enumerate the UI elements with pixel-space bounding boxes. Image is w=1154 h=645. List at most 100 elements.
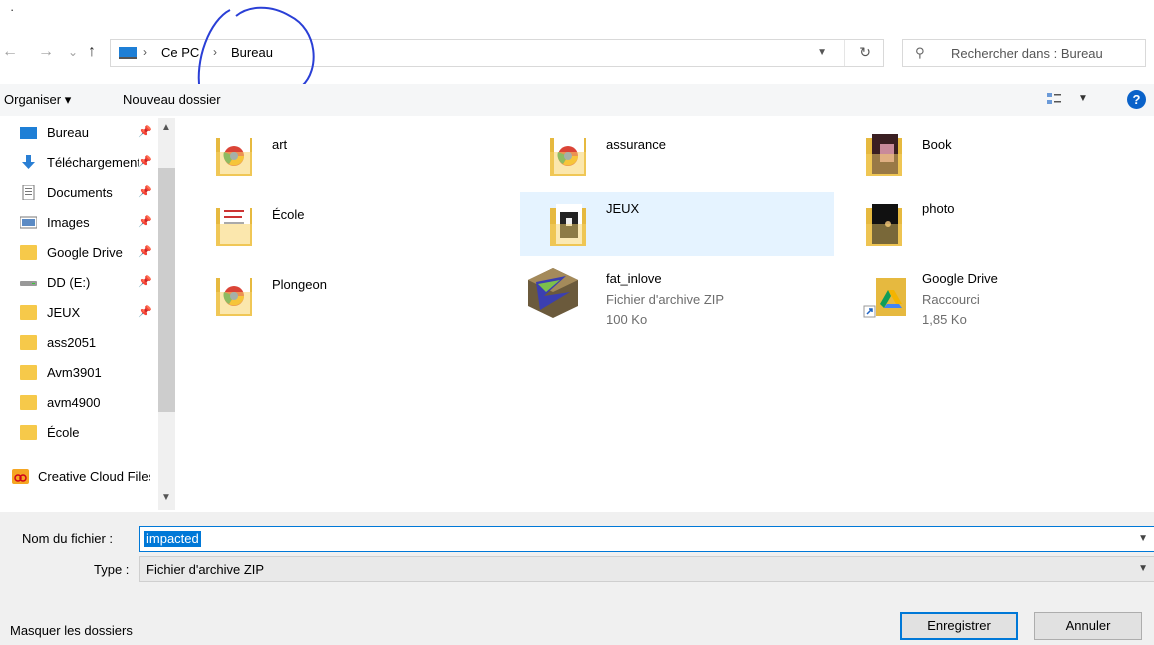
folder-icon (20, 335, 37, 350)
address-row: ← → ⌄ ↑ › Ce PC › Bureau ▼ ↻ ⚲ Recherche… (0, 36, 1154, 70)
drive-icon (20, 281, 37, 286)
file-item-jeux[interactable]: JEUX (520, 192, 834, 256)
folder-icon (20, 365, 37, 380)
documents-icon (22, 185, 35, 200)
recent-locations-button[interactable]: ⌄ (68, 42, 78, 62)
navigation-scrollbar[interactable]: ▲ ▼ (158, 118, 175, 510)
chevron-down-icon[interactable]: ▼ (1138, 533, 1148, 544)
help-icon[interactable]: ? (1127, 90, 1146, 109)
pin-icon: 📌 (138, 246, 152, 258)
zip-archive-icon (528, 268, 578, 318)
sidebar-item-images[interactable]: Images 📌 (0, 208, 158, 238)
sidebar-item-label: Documents (47, 185, 113, 200)
chevron-down-icon[interactable]: ▼ (1138, 563, 1148, 574)
sidebar-item-label: ass2051 (47, 335, 97, 350)
google-drive-shortcut-icon (863, 278, 906, 318)
chevron-down-icon[interactable]: ▼ (817, 47, 827, 58)
save-form: Nom du fichier : impacted ▼ Type : Fichi… (0, 512, 1154, 645)
new-folder-button[interactable]: Nouveau dossier (123, 92, 221, 107)
cancel-button[interactable]: Annuler (1034, 612, 1142, 640)
hide-folders-button[interactable]: Masquer les dossiers (10, 623, 133, 638)
chevron-up-icon[interactable]: ▲ (161, 122, 171, 133)
file-size: 100 Ko (606, 312, 648, 327)
file-item-art[interactable]: art (186, 122, 500, 186)
address-divider (844, 40, 845, 66)
organize-button[interactable]: Organiser ▾ (4, 92, 71, 108)
file-name: art (272, 137, 288, 152)
search-placeholder: Rechercher dans : Bureau (951, 46, 1103, 61)
folder-icon (550, 204, 586, 246)
file-item-assurance[interactable]: assurance (520, 122, 834, 186)
save-button[interactable]: Enregistrer (900, 612, 1018, 640)
sidebar-item-label: Téléchargements (47, 155, 139, 170)
filename-input[interactable]: impacted ▼ (139, 526, 1154, 552)
sidebar-item-label: DD (E:) (47, 275, 91, 290)
creative-cloud-icon (12, 469, 29, 484)
sidebar-item-drive-e[interactable]: DD (E:) 📌 (0, 268, 158, 298)
sidebar-item-label: Images (47, 215, 90, 230)
sidebar-item-label: École (47, 425, 80, 440)
folder-icon (20, 305, 37, 320)
type-label: Type : (94, 562, 130, 577)
pin-icon: 📌 (138, 216, 152, 228)
file-item-fat-inlove[interactable]: fat_inlove Fichier d'archive ZIP 100 Ko (520, 262, 834, 327)
file-item-plongeon[interactable]: Plongeon (186, 262, 500, 326)
file-name: fat_inlove (606, 271, 662, 286)
refresh-icon[interactable]: ↻ (859, 44, 871, 61)
sidebar-item-label: avm4900 (47, 395, 101, 410)
sidebar-item-ass2051[interactable]: ass2051 (0, 328, 158, 358)
address-bar[interactable]: › Ce PC › Bureau ▼ ↻ (110, 39, 884, 67)
folder-icon (216, 204, 252, 246)
sidebar-item-creative-cloud[interactable]: Creative Cloud Files (0, 462, 158, 492)
command-bar: Organiser ▾ Nouveau dossier ▼ ? (0, 84, 1154, 116)
sidebar-item-ecole[interactable]: École (0, 418, 158, 448)
file-item-ecole[interactable]: École (186, 192, 500, 256)
up-button[interactable]: ↑ (88, 42, 96, 62)
pin-icon: 📌 (138, 306, 152, 318)
file-item-google-drive-shortcut[interactable]: Google Drive Raccourci 1,85 Ko (836, 262, 1150, 327)
folder-icon (550, 134, 586, 176)
search-input[interactable]: ⚲ Rechercher dans : Bureau (902, 39, 1146, 67)
desktop-icon (20, 127, 37, 139)
forward-button[interactable]: → (38, 42, 54, 62)
folder-icon (866, 204, 902, 246)
file-name: assurance (606, 137, 666, 152)
sidebar-item-jeux[interactable]: JEUX 📌 (0, 298, 158, 328)
sidebar-item-documents[interactable]: Documents 📌 (0, 178, 158, 208)
file-size: 1,85 Ko (922, 312, 967, 327)
sidebar-item-avm4900[interactable]: avm4900 (0, 388, 158, 418)
pin-icon: 📌 (138, 126, 152, 138)
breadcrumb-this-pc[interactable]: Ce PC (161, 45, 199, 60)
sidebar-item-google-drive[interactable]: Google Drive 📌 (0, 238, 158, 268)
images-icon (20, 216, 37, 229)
sidebar-item-desktop[interactable]: Bureau 📌 (0, 118, 158, 148)
file-type-select[interactable]: Fichier d'archive ZIP ▼ (139, 556, 1154, 582)
sidebar-item-downloads[interactable]: Téléchargements 📌 (0, 148, 158, 178)
sidebar-item-label: Avm3901 (47, 365, 102, 380)
chevron-down-icon[interactable]: ▼ (161, 492, 171, 503)
navigation-pane: Bureau 📌 Téléchargements 📌 Documents 📌 I… (0, 118, 176, 510)
chevron-down-icon[interactable]: ▼ (1078, 93, 1088, 104)
sidebar-item-label: Bureau (47, 125, 89, 140)
folder-icon (216, 274, 252, 316)
file-item-photo[interactable]: photo (836, 192, 1150, 256)
filename-value[interactable]: impacted (144, 531, 201, 547)
chevron-right-icon: › (213, 45, 217, 59)
folder-icon (216, 134, 252, 176)
sidebar-item-label: Google Drive (47, 245, 123, 260)
view-options-icon[interactable] (1046, 91, 1062, 107)
pin-icon: 📌 (138, 186, 152, 198)
scrollbar-thumb[interactable] (158, 168, 175, 412)
menu-fragment: · (10, 2, 15, 17)
folder-icon (866, 134, 902, 176)
sidebar-item-avm3901[interactable]: Avm3901 (0, 358, 158, 388)
file-type-value: Fichier d'archive ZIP (146, 562, 265, 577)
pin-icon: 📌 (138, 276, 152, 288)
back-button[interactable]: ← (2, 42, 18, 62)
file-item-book[interactable]: Book (836, 122, 1150, 186)
breadcrumb-desktop[interactable]: Bureau (231, 45, 273, 60)
file-name: Plongeon (272, 277, 327, 292)
folder-icon (20, 245, 37, 260)
file-name: École (272, 207, 305, 222)
file-name: Book (922, 137, 952, 152)
